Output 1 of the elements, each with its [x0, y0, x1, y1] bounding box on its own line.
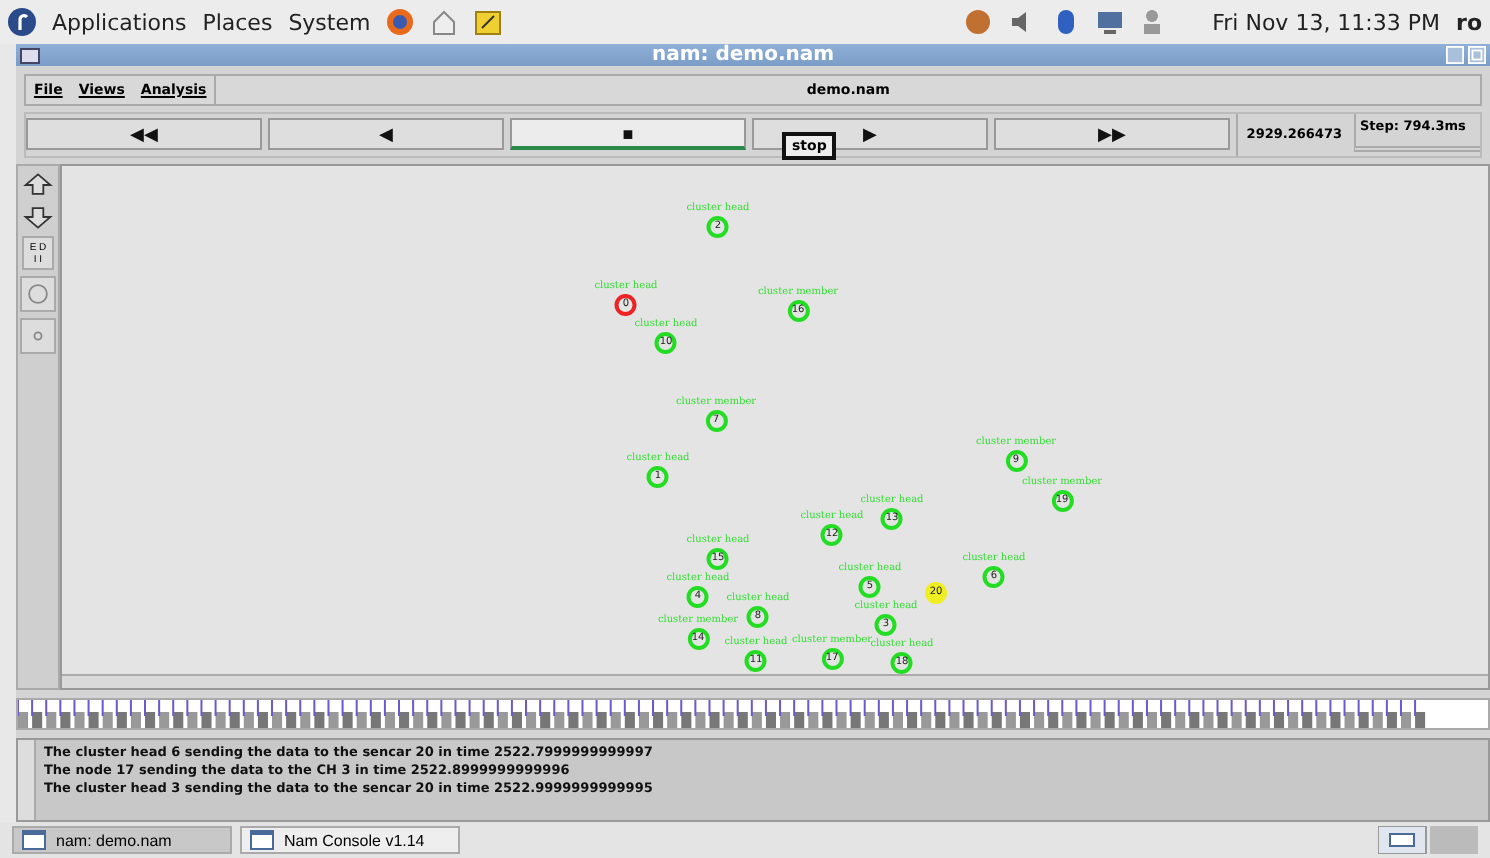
- window-title: nam: demo.nam: [649, 44, 837, 66]
